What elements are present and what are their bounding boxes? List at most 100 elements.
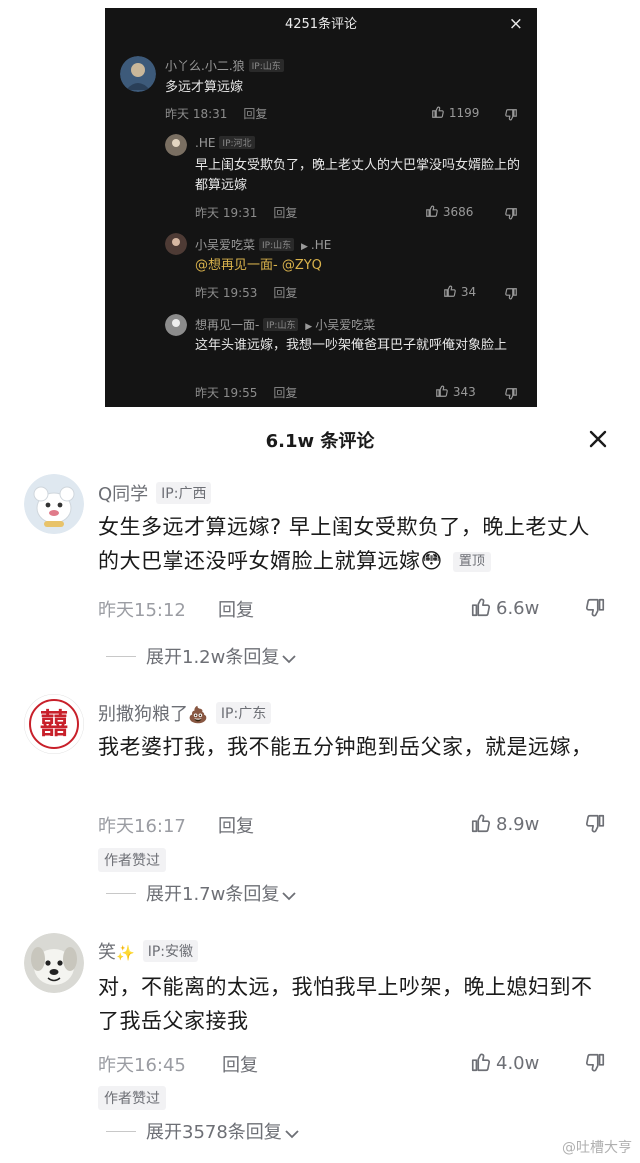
like-button[interactable]: 6.6w [470,596,539,619]
poop-emoji-icon: 💩 [188,705,208,724]
flushed-emoji-icon: 😳 [420,549,443,573]
wedding-glyph-icon: 囍 [39,707,68,740]
reply-button[interactable]: 回复 [273,386,297,400]
like-button[interactable]: 8.9w [470,812,539,835]
reply-button[interactable]: 回复 [243,107,267,121]
reply-button[interactable]: 回复 [222,1051,258,1077]
dark-reply-author[interactable]: 小吴爱吃菜 IP:山东 ▶ .HE [195,236,331,253]
comment-time: 昨天15:12 [98,600,186,621]
thumb-down-icon [505,288,517,300]
thumb-down-icon [505,109,517,121]
author-liked-badge: 作者赞过 [98,848,166,872]
reply-button[interactable]: 回复 [273,206,297,220]
comments-sheet: 6.1w 条评论 Q同学 IP:广西 女生多远才算远嫁? 早上闺女受欺负了，晚上老… [0,407,640,1163]
embedded-dark-screenshot: 4251条评论 × 小丫么.小二.狼 IP:山东 多远才算远嫁 昨天 18:31 回… [0,0,640,430]
dislike-button[interactable] [584,813,606,839]
thumb-down-icon [505,208,517,220]
reply-to-name[interactable]: .HE [311,238,331,252]
reply-to-name[interactable]: 小吴爱吃菜 [315,318,375,332]
expand-replies-button[interactable]: 展开3578条回复 [106,1118,300,1144]
comment-time: 昨天 19:55 [195,386,258,400]
thumb-down-icon [586,598,605,617]
like-button[interactable]: 3686 [425,204,473,219]
close-icon[interactable] [586,427,610,451]
ip-label: IP:广西 [156,482,212,504]
thumb-down-icon [586,1053,605,1072]
dislike-button[interactable] [504,105,518,124]
thumb-down-icon [505,388,517,400]
ip-label: IP:河北 [219,136,255,149]
avatar[interactable]: 囍 [24,694,84,754]
thumb-down-icon [586,814,605,833]
ip-label: IP:广东 [215,702,272,724]
divider [106,1131,136,1132]
like-count: 34 [460,285,477,299]
divider [106,893,136,894]
avatar[interactable] [24,933,84,993]
like-count: 4.0w [496,1053,540,1074]
comment-author[interactable]: 别撒狗粮了💩 IP:广东 [98,700,272,726]
divider [106,656,136,657]
dislike-button[interactable] [584,1052,606,1078]
dark-comment-meta: 昨天 18:31 回复 [165,105,267,122]
dark-reply-author[interactable]: .HE IP:河北 [195,136,255,150]
dark-reply-meta: 昨天 19:31 回复 [195,204,297,221]
comment-time: 昨天 19:53 [195,286,258,300]
like-count: 6.6w [496,598,540,619]
reply-button[interactable]: 回复 [273,286,297,300]
ip-label: IP:山东 [263,318,299,331]
avatar[interactable] [165,134,187,156]
dislike-button[interactable] [504,284,518,303]
dark-comment-author[interactable]: 小丫么.小二.狼 IP:山东 [165,57,284,74]
dark-reply-author[interactable]: 想再见一面- IP:山东 ▶ 小吴爱吃菜 [195,316,375,333]
like-button[interactable]: 343 [435,384,476,399]
avatar[interactable] [120,56,156,92]
like-count: 343 [452,385,476,399]
expand-replies-button[interactable]: 展开1.7w条回复 [106,880,297,906]
like-count: 1199 [448,106,480,120]
comment-text: 女生多远才算远嫁? 早上闺女受欺负了，晚上老丈人的大巴掌还没呼女婿脸上就算远嫁😳… [98,515,590,573]
comment-time: 昨天 19:31 [195,206,258,220]
expand-replies-button[interactable]: 展开1.2w条回复 [106,643,297,669]
dislike-button[interactable] [584,597,606,623]
dark-close-icon[interactable]: × [509,14,523,34]
like-count: 3686 [442,205,474,219]
mention-link[interactable]: @想再见一面- @ZYQ [195,258,322,273]
dark-reply-text: 这年头谁远嫁，我想一吵架俺爸耳巴子就呼俺对象脸上 [195,338,508,353]
comment-author[interactable]: 笑✨ IP:安徽 [98,938,198,964]
author-liked-badge: 作者赞过 [98,1086,166,1110]
chevron-down-icon [282,655,296,664]
comment-time: 昨天 18:31 [165,107,228,121]
avatar[interactable] [165,314,187,336]
pinned-badge: 置顶 [452,552,491,572]
thumb-up-icon [471,1053,490,1072]
avatar[interactable] [165,233,187,255]
like-button[interactable]: 34 [443,284,476,299]
dark-reply-text: 早上闺女受欺负了，晚上老丈人的大巴掌没吗女婿脸上的都算远嫁 [195,158,521,193]
ip-label: IP:山东 [248,59,284,72]
chevron-down-icon [282,892,296,901]
dark-comment-panel: 4251条评论 × 小丫么.小二.狼 IP:山东 多远才算远嫁 昨天 18:31 回… [105,8,537,430]
dark-comment-text: 多远才算远嫁 [165,80,244,95]
ip-label: IP:安徽 [142,940,198,962]
reply-button[interactable]: 回复 [218,596,254,622]
sparkle-emoji-icon: ✨ [116,944,135,962]
comment-time: 昨天16:45 [98,1055,186,1076]
thumb-up-icon [444,285,456,297]
like-button[interactable]: 4.0w [470,1051,539,1074]
thumb-up-icon [432,106,444,118]
dark-reply-meta: 昨天 19:53 回复 [195,284,297,301]
thumb-up-icon [471,598,490,617]
reply-button[interactable]: 回复 [218,812,254,838]
comment-author[interactable]: Q同学 IP:广西 [98,480,212,506]
avatar[interactable] [24,474,84,534]
dark-reply-text: @想再见一面- @ZYQ [195,256,322,276]
thumb-up-icon [436,385,448,397]
chevron-down-icon [285,1130,299,1139]
like-button[interactable]: 1199 [431,105,479,120]
comment-text: 对，不能离的太远，我怕我早上吵架，晚上媳妇到不了我岳父家接我 [98,975,593,1033]
dislike-button[interactable] [504,204,518,223]
dislike-button[interactable] [504,384,518,403]
dark-reply-meta: 昨天 19:55 回复 [195,384,297,401]
weibo-watermark: @吐槽大亨 [562,1140,632,1156]
